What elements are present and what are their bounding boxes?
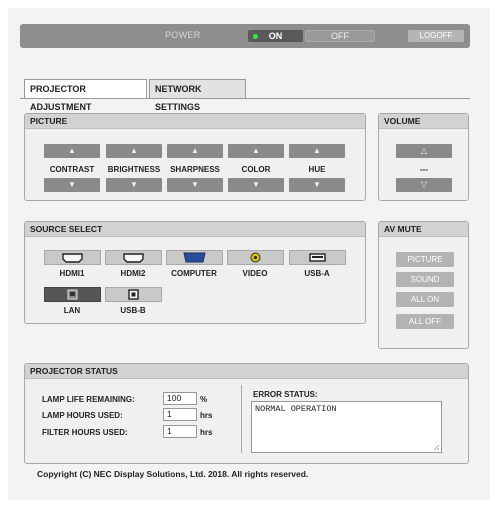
tab-projector-adjustment[interactable]: PROJECTOR ADJUSTMENT: [24, 79, 147, 112]
hue-up-button[interactable]: ▲: [289, 144, 345, 158]
source-hdmi1-button[interactable]: [44, 250, 101, 265]
tab-divider: [20, 98, 470, 99]
power-on-label: ON: [268, 31, 283, 41]
hue-label: HUE: [308, 165, 326, 174]
source-hdmi1-label: HDMI1: [59, 269, 85, 278]
color-up-button[interactable]: ▲: [228, 144, 284, 158]
brightness-label: BRIGHTNESS: [107, 165, 161, 174]
usb-a-port-icon: [309, 253, 326, 262]
mute-all-off-button[interactable]: ALL OFF: [396, 314, 454, 329]
source-usb-b-label: USB-B: [120, 306, 146, 315]
color-label: COLOR: [241, 165, 271, 174]
source-usb-a-label: USB-A: [304, 269, 330, 278]
source-computer-button[interactable]: [166, 250, 223, 265]
source-video-button[interactable]: [227, 250, 284, 265]
error-status-label: ERROR STATUS:: [253, 390, 318, 399]
volume-panel-title: VOLUME: [379, 114, 468, 129]
error-status-value: NORMAL OPERATION: [255, 404, 337, 414]
power-label: POWER: [165, 30, 201, 40]
power-bar: POWER ON OFF LOGOFF: [20, 24, 470, 48]
source-usb-a-button[interactable]: [289, 250, 346, 265]
brightness-down-button[interactable]: ▼: [106, 178, 162, 192]
rca-port-icon: [250, 252, 261, 263]
power-led-icon: [253, 34, 258, 39]
vga-port-icon: [183, 252, 206, 263]
source-select-title: SOURCE SELECT: [25, 222, 365, 237]
volume-down-button[interactable]: ▽: [396, 178, 452, 192]
error-status-textarea[interactable]: NORMAL OPERATION: [251, 401, 442, 453]
filter-hours-label: FILTER HOURS USED:: [42, 428, 128, 437]
usb-b-port-icon: [128, 289, 139, 300]
lan-port-icon: [67, 289, 78, 300]
hdmi-port-icon: [62, 253, 83, 263]
mute-all-on-button[interactable]: ALL ON: [396, 292, 454, 307]
volume-up-button[interactable]: △: [396, 144, 452, 158]
copyright-footer: Copyright (C) NEC Display Solutions, Ltd…: [37, 469, 309, 479]
lamp-hours-field[interactable]: 1: [163, 408, 197, 421]
mute-picture-button[interactable]: PICTURE: [396, 252, 454, 267]
source-video-label: VIDEO: [242, 269, 268, 278]
picture-panel: PICTURE ▲ CONTRAST ▼ ▲ BRIGHTNESS ▼ ▲ SH…: [24, 113, 366, 201]
lamp-hours-unit: hrs: [200, 411, 213, 420]
lamp-life-unit: %: [200, 395, 208, 404]
mute-sound-button[interactable]: SOUND: [396, 272, 454, 287]
contrast-label: CONTRAST: [49, 165, 95, 174]
projector-status-title: PROJECTOR STATUS: [25, 364, 468, 379]
lamp-life-label: LAMP LIFE REMAINING:: [42, 395, 135, 404]
logoff-button[interactable]: LOGOFF: [408, 30, 464, 42]
volume-panel: VOLUME △ --- ▽: [378, 113, 469, 201]
av-mute-title: AV MUTE: [379, 222, 468, 237]
contrast-down-button[interactable]: ▼: [44, 178, 100, 192]
contrast-up-button[interactable]: ▲: [44, 144, 100, 158]
source-computer-label: COMPUTER: [171, 269, 217, 278]
filter-hours-field[interactable]: 1: [163, 425, 197, 438]
sharpness-label: SHARPNESS: [170, 165, 220, 174]
resize-grip-icon[interactable]: [433, 444, 440, 451]
volume-value: ---: [420, 165, 428, 174]
filter-hours-unit: hrs: [200, 428, 213, 437]
source-select-panel: SOURCE SELECT HDMI1 HDMI2 COMPUTER VIDEO: [24, 221, 366, 324]
brightness-up-button[interactable]: ▲: [106, 144, 162, 158]
color-down-button[interactable]: ▼: [228, 178, 284, 192]
sharpness-down-button[interactable]: ▼: [167, 178, 223, 192]
hdmi-port-icon: [123, 253, 144, 263]
sharpness-up-button[interactable]: ▲: [167, 144, 223, 158]
power-off-button[interactable]: OFF: [305, 30, 375, 42]
source-hdmi2-button[interactable]: [105, 250, 162, 265]
source-lan-button[interactable]: [44, 287, 101, 302]
lamp-hours-label: LAMP HOURS USED:: [42, 411, 123, 420]
picture-panel-title: PICTURE: [25, 114, 365, 129]
lamp-life-field[interactable]: 100: [163, 392, 197, 405]
av-mute-panel: AV MUTE PICTURE SOUND ALL ON ALL OFF: [378, 221, 469, 349]
source-hdmi2-label: HDMI2: [120, 269, 146, 278]
hue-down-button[interactable]: ▼: [289, 178, 345, 192]
power-on-button[interactable]: ON: [248, 30, 303, 42]
tab-network-settings[interactable]: NETWORK SETTINGS: [149, 79, 246, 112]
source-usb-b-button[interactable]: [105, 287, 162, 302]
status-divider: [241, 385, 242, 453]
source-lan-label: LAN: [63, 306, 81, 315]
